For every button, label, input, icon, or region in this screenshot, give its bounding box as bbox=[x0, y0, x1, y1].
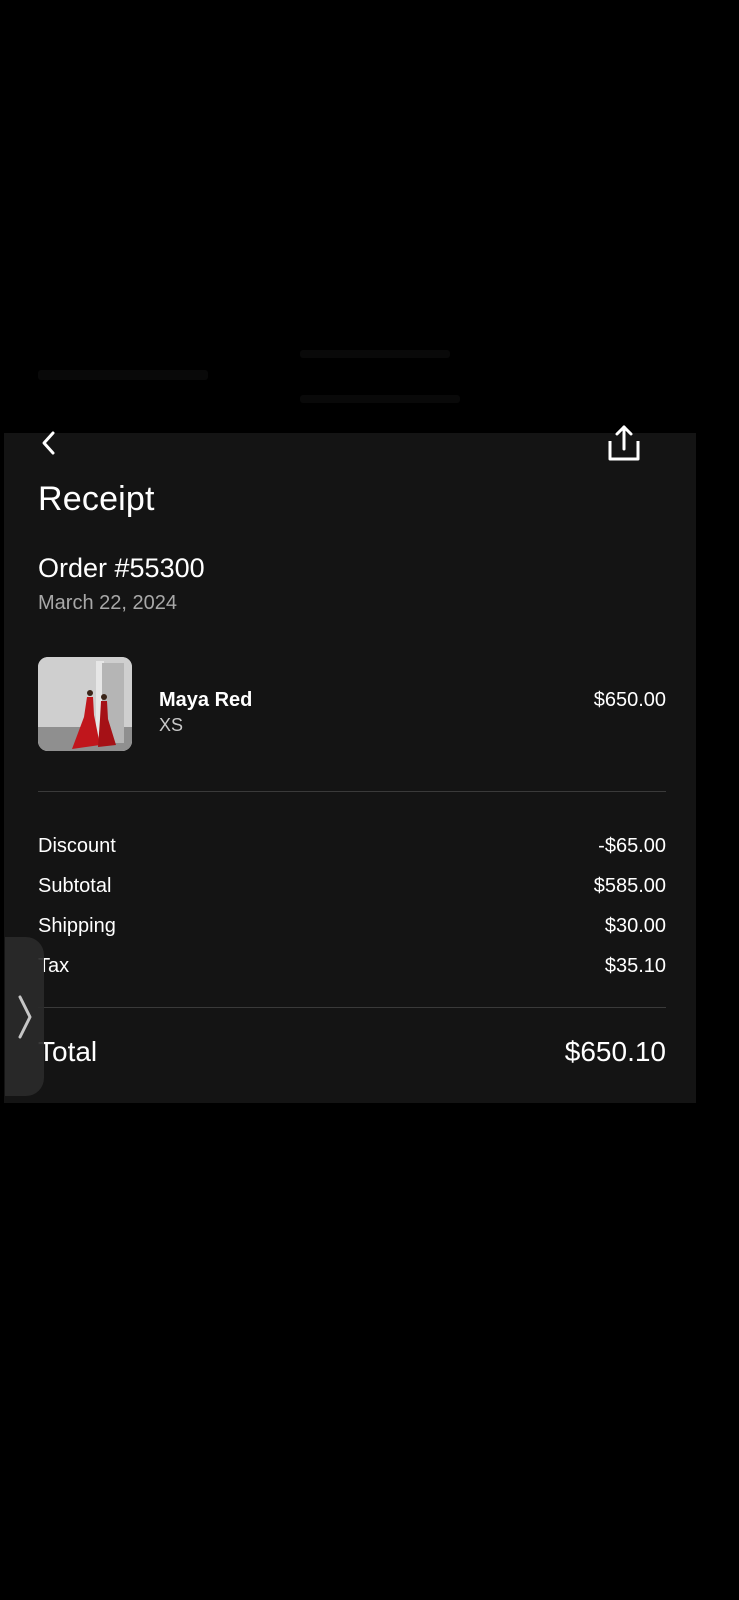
line-value: -$65.00 bbox=[598, 835, 666, 857]
line-label: Discount bbox=[38, 835, 116, 857]
line-value: $30.00 bbox=[604, 915, 666, 937]
line-label: Subtotal bbox=[38, 875, 112, 897]
divider bbox=[38, 791, 666, 792]
total-row: Total $650.10 bbox=[38, 1036, 666, 1068]
background-placeholder-bar bbox=[300, 350, 450, 358]
discount-row: Discount -$65.00 bbox=[38, 835, 666, 858]
side-panel-handle[interactable] bbox=[5, 937, 44, 1096]
line-value: $35.10 bbox=[604, 955, 666, 977]
back-button[interactable] bbox=[34, 425, 64, 461]
order-date: March 22, 2024 bbox=[38, 592, 177, 614]
background-placeholder-bar bbox=[38, 370, 208, 380]
page-title: Receipt bbox=[38, 480, 155, 518]
line-label: Shipping bbox=[38, 915, 116, 937]
order-number: Order #55300 bbox=[38, 553, 205, 583]
background-placeholder-bar bbox=[300, 395, 460, 403]
item-price: $650.00 bbox=[593, 689, 666, 711]
item-name: Maya Red bbox=[159, 689, 253, 711]
tax-row: Tax $35.10 bbox=[38, 955, 666, 978]
subtotal-row: Subtotal $585.00 bbox=[38, 875, 666, 898]
chevron-right-icon bbox=[18, 995, 31, 1038]
share-icon bbox=[608, 425, 640, 461]
share-button[interactable] bbox=[604, 423, 644, 465]
item-size: XS bbox=[159, 715, 184, 735]
divider bbox=[38, 1007, 666, 1008]
product-image bbox=[38, 657, 132, 751]
chevron-left-icon bbox=[42, 431, 55, 455]
screen: Receipt Order #55300 March 22, 2024 Maya… bbox=[0, 0, 739, 1600]
background-app-content bbox=[0, 330, 739, 420]
shipping-row: Shipping $30.00 bbox=[38, 915, 666, 938]
order-item[interactable]: Maya Red XS $650.00 bbox=[38, 657, 666, 751]
line-value: $585.00 bbox=[593, 875, 666, 897]
total-label: Total bbox=[38, 1036, 98, 1067]
receipt-sheet: Receipt Order #55300 March 22, 2024 Maya… bbox=[4, 425, 696, 1103]
total-value: $650.10 bbox=[564, 1036, 666, 1067]
